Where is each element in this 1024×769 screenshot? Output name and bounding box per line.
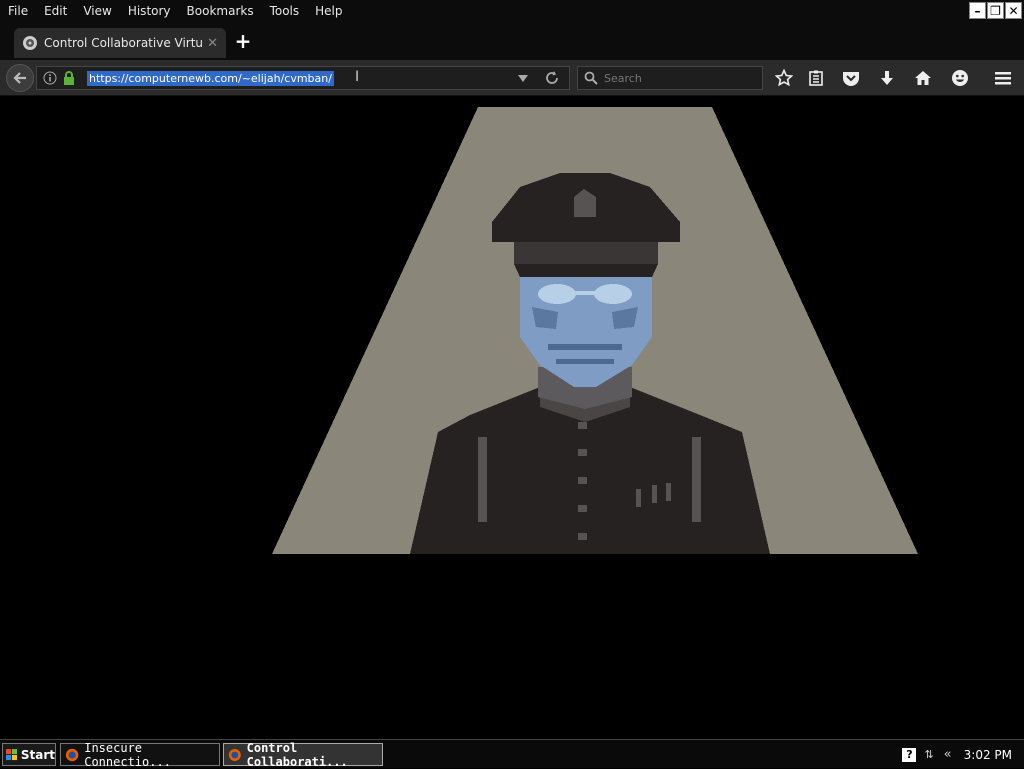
nav-bar: https://computernewb.com/~elijah/cvmban/…	[0, 60, 1024, 96]
reading-list-icon[interactable]	[806, 68, 826, 88]
start-button[interactable]: Start	[2, 743, 56, 766]
reload-icon[interactable]	[545, 71, 559, 85]
network-icon[interactable]: ⇅	[924, 748, 933, 761]
text-cursor-icon: I	[355, 69, 360, 85]
help-icon[interactable]: ?	[902, 747, 917, 762]
officer-spotlight-illustration	[272, 107, 918, 554]
favicon-icon	[23, 36, 37, 50]
menu-history[interactable]: History	[120, 4, 179, 18]
glasses-right	[594, 284, 632, 304]
home-icon[interactable]	[913, 68, 933, 88]
bookmark-star-icon[interactable]	[774, 68, 794, 88]
cap-visor	[514, 264, 658, 277]
back-arrow-icon	[13, 72, 26, 84]
search-input[interactable]	[602, 70, 752, 86]
page-content	[0, 97, 1024, 739]
restore-button[interactable]: ❐	[987, 2, 1004, 19]
menu-tools[interactable]: Tools	[262, 4, 308, 18]
menu-bookmarks[interactable]: Bookmarks	[179, 4, 262, 18]
smiley-icon[interactable]	[950, 68, 970, 88]
search-bar[interactable]	[577, 66, 763, 90]
task-insecure-connection[interactable]: Insecure Connectio...	[60, 740, 220, 769]
lock-icon[interactable]	[63, 71, 75, 85]
task-control-collaborative[interactable]: Control Collaborati...	[223, 740, 383, 769]
expand-tray-icon[interactable]: «	[944, 747, 952, 762]
back-button[interactable]	[6, 64, 34, 92]
hamburger-menu-icon[interactable]	[993, 68, 1013, 88]
clock[interactable]: 3:02 PM	[964, 748, 1012, 762]
search-icon	[584, 71, 598, 85]
taskbar: Start Insecure Connectio... Control Coll…	[0, 739, 1024, 769]
task-label: Insecure Connectio...	[84, 740, 171, 769]
cap-band	[514, 242, 658, 264]
url-text[interactable]: https://computernewb.com/~elijah/cvmban/	[87, 71, 334, 86]
menu-bar: File Edit View History Bookmarks Tools H…	[0, 0, 1024, 22]
info-icon[interactable]	[43, 71, 57, 85]
start-label: Start	[20, 747, 55, 762]
menu-edit[interactable]: Edit	[36, 4, 75, 18]
system-tray: ? ⇅ « 3:02 PM	[902, 743, 1024, 766]
window-controls: – ❐ ✕	[969, 2, 1022, 19]
close-button[interactable]: ✕	[1005, 2, 1022, 19]
menu-view[interactable]: View	[75, 4, 119, 18]
minimize-button[interactable]: –	[969, 2, 986, 19]
task-label: Control Collaborati...	[246, 740, 348, 769]
new-tab-button[interactable]: +	[234, 29, 252, 53]
dropdown-arrow-icon[interactable]	[517, 74, 529, 84]
pocket-icon[interactable]	[841, 68, 861, 88]
tab-active[interactable]: Control Collaborative Virtual ... ✕	[14, 28, 226, 58]
firefox-icon	[65, 748, 79, 761]
download-icon[interactable]	[877, 68, 897, 88]
windows-logo-icon	[6, 748, 18, 760]
menu-file[interactable]: File	[0, 4, 36, 18]
tab-title: Control Collaborative Virtual ...	[44, 36, 204, 50]
glasses-left	[538, 284, 576, 304]
menu-help[interactable]: Help	[307, 4, 350, 18]
tab-close-icon[interactable]: ✕	[207, 36, 218, 51]
tab-strip: Control Collaborative Virtual ... ✕ +	[0, 22, 1024, 60]
url-bar[interactable]: https://computernewb.com/~elijah/cvmban/…	[36, 66, 570, 90]
firefox-icon	[228, 748, 241, 761]
